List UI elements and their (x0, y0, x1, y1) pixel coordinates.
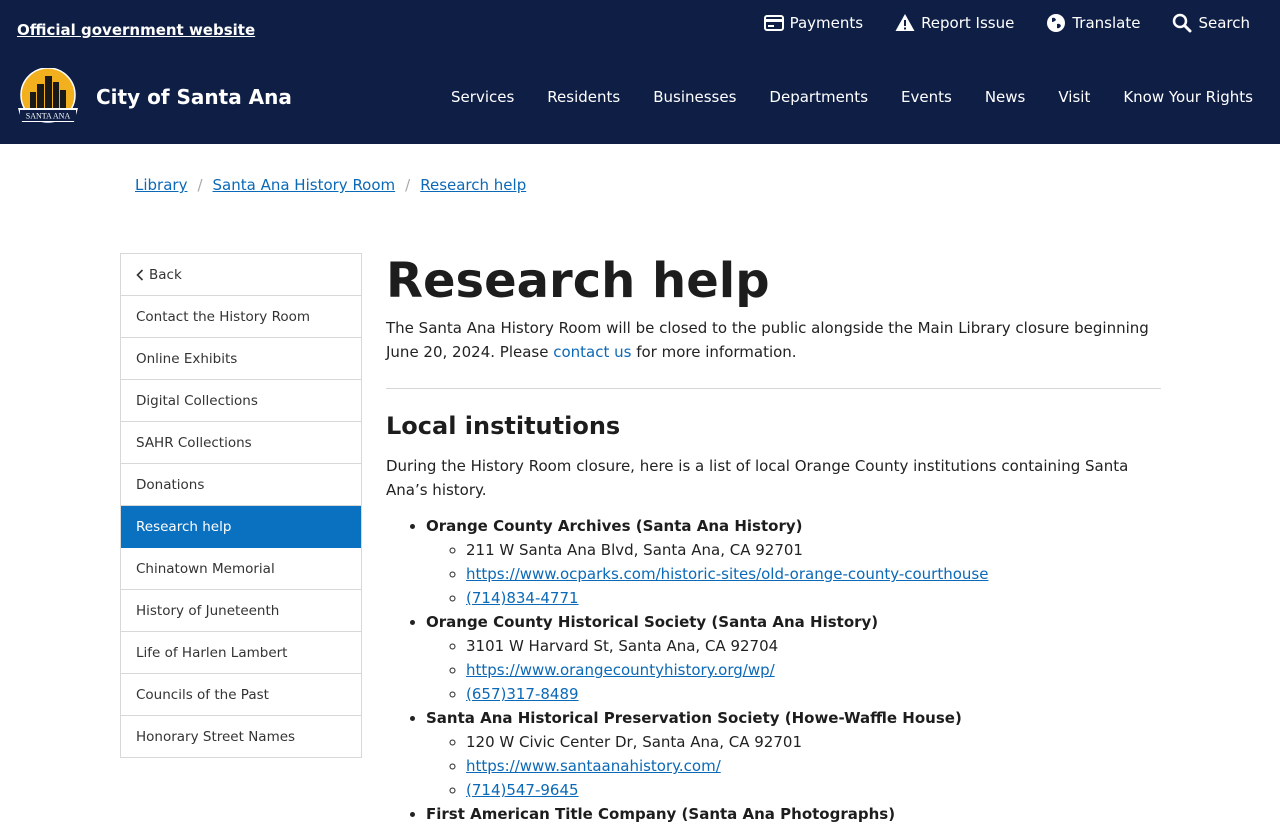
divider (386, 388, 1161, 389)
credit-card-icon (763, 15, 784, 31)
report-issue-link[interactable]: Report Issue (895, 13, 1014, 33)
sidebar-item-chinatown-memorial[interactable]: Chinatown Memorial (121, 548, 361, 590)
nav-services[interactable]: Services (451, 88, 514, 106)
breadcrumb-library[interactable]: Library (135, 176, 187, 194)
institution-name: Santa Ana Historical Preservation Societ… (426, 709, 962, 727)
chevron-left-icon (136, 268, 144, 281)
main-nav: Services Residents Businesses Department… (451, 88, 1253, 106)
institution-url-link[interactable]: https://www.santaanahistory.com/ (466, 757, 721, 775)
section-description: During the History Room closure, here is… (386, 457, 1129, 499)
institution-url-item: https://www.ocparks.com/historic-sites/o… (466, 562, 1161, 586)
sidebar-item-online-exhibits[interactable]: Online Exhibits (121, 338, 361, 380)
nav-residents[interactable]: Residents (547, 88, 620, 106)
sidebar-back-label: Back (149, 266, 182, 283)
sidebar-item-digital-collections[interactable]: Digital Collections (121, 380, 361, 422)
contact-us-link[interactable]: contact us (553, 343, 631, 361)
institution-address: 120 W Civic Center Dr, Santa Ana, CA 927… (466, 730, 1161, 754)
breadcrumb: Library / Santa Ana History Room / Resea… (135, 176, 526, 194)
list-item: First American Title Company (Santa Ana … (426, 802, 1161, 826)
logo-text: SANTA ANA (26, 112, 71, 121)
nav-departments[interactable]: Departments (769, 88, 868, 106)
list-item: Santa Ana Historical Preservation Societ… (426, 706, 1161, 802)
institution-url-item: https://www.santaanahistory.com/ (466, 754, 1161, 778)
nav-events[interactable]: Events (901, 88, 952, 106)
institution-url-item: https://www.orangecountyhistory.org/wp/ (466, 658, 1161, 682)
sidebar-item-history-of-juneteenth[interactable]: History of Juneteenth (121, 590, 361, 632)
page-title: Research help (386, 253, 770, 309)
warning-icon (895, 14, 915, 31)
nav-know-your-rights[interactable]: Know Your Rights (1123, 88, 1253, 106)
institution-phone-link[interactable]: (714)834-4771 (466, 589, 579, 607)
payments-link[interactable]: Payments (763, 13, 864, 33)
translate-link[interactable]: Translate (1046, 13, 1140, 33)
site-header: Official government website Payments Rep… (0, 0, 1280, 144)
institution-phone-link[interactable]: (714)547-9645 (466, 781, 579, 799)
translate-label: Translate (1072, 14, 1141, 32)
institution-name: First American Title Company (Santa Ana … (426, 805, 896, 823)
institution-name: Orange County Archives (Santa Ana Histor… (426, 517, 803, 535)
report-issue-label: Report Issue (921, 14, 1015, 32)
payments-label: Payments (789, 14, 864, 32)
breadcrumb-separator: / (405, 176, 411, 194)
institution-address: 211 W Santa Ana Blvd, Santa Ana, CA 9270… (466, 538, 1161, 562)
search-link[interactable]: Search (1172, 13, 1250, 33)
breadcrumb-research-help[interactable]: Research help (420, 176, 526, 194)
institution-phone-item: (657)317-8489 (466, 682, 1161, 706)
section-title: Local institutions (386, 412, 621, 440)
institution-phone-item: (714)547-9645 (466, 778, 1161, 802)
sidebar-item-life-of-harlen-lambert[interactable]: Life of Harlen Lambert (121, 632, 361, 674)
sidebar-item-contact-history-room[interactable]: Contact the History Room (121, 296, 361, 338)
breadcrumb-separator: / (197, 176, 203, 194)
closure-notice-text-end: for more information. (631, 343, 797, 361)
list-item: Orange County Archives (Santa Ana Histor… (426, 514, 1161, 610)
sidebar-nav: Back Contact the History Room Online Exh… (120, 253, 362, 758)
institution-list: Orange County Archives (Santa Ana Histor… (386, 514, 1161, 826)
official-website-link[interactable]: Official government website (17, 21, 255, 39)
sidebar-item-honorary-street-names[interactable]: Honorary Street Names (121, 716, 361, 758)
nav-visit[interactable]: Visit (1058, 88, 1090, 106)
institution-address: 3101 W Harvard St, Santa Ana, CA 92704 (466, 634, 1161, 658)
institution-url-link[interactable]: https://www.ocparks.com/historic-sites/o… (466, 565, 988, 583)
nav-news[interactable]: News (985, 88, 1026, 106)
institution-url-link[interactable]: https://www.orangecountyhistory.org/wp/ (466, 661, 775, 679)
breadcrumb-history-room[interactable]: Santa Ana History Room (213, 176, 396, 194)
site-name: City of Santa Ana (96, 85, 292, 109)
sidebar-back[interactable]: Back (121, 254, 361, 296)
sidebar-item-research-help[interactable]: Research help (121, 506, 361, 548)
main-content: Research help The Santa Ana History Room… (386, 252, 1161, 826)
city-seal-logo: SANTA ANA (18, 68, 78, 123)
institution-phone-link[interactable]: (657)317-8489 (466, 685, 579, 703)
sidebar-item-sahr-collections[interactable]: SAHR Collections (121, 422, 361, 464)
sidebar-item-donations[interactable]: Donations (121, 464, 361, 506)
institution-name: Orange County Historical Society (Santa … (426, 613, 879, 631)
nav-businesses[interactable]: Businesses (653, 88, 736, 106)
institution-phone-item: (714)834-4771 (466, 586, 1161, 610)
globe-icon (1047, 14, 1066, 32)
closure-notice: The Santa Ana History Room will be close… (386, 316, 1161, 364)
search-icon (1173, 13, 1192, 33)
site-brand[interactable]: SANTA ANA City of Santa Ana (16, 68, 292, 126)
search-label: Search (1198, 14, 1250, 32)
utility-nav: Payments Report Issue Translate Search (763, 13, 1250, 33)
list-item: Orange County Historical Society (Santa … (426, 610, 1161, 706)
sidebar-item-councils-of-the-past[interactable]: Councils of the Past (121, 674, 361, 716)
